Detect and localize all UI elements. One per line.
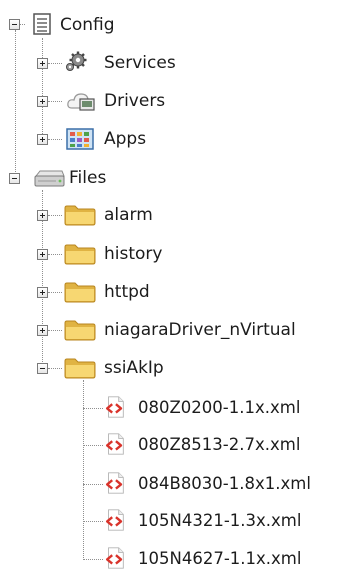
expand-toggle-icon[interactable] <box>37 249 48 260</box>
apps-grid-icon <box>65 127 95 151</box>
drivers-cloud-icon <box>66 89 98 113</box>
xml-file-icon <box>103 471 127 495</box>
tree-node-label: Services <box>104 53 176 73</box>
tree-node-label: history <box>104 244 163 264</box>
tree-node-label: 080Z8513-2.7x.xml <box>138 435 301 454</box>
tree-node-label: Apps <box>104 129 147 149</box>
tree-node-label: niagaraDriver_nVirtual <box>104 320 296 340</box>
tree-node-services[interactable]: Services <box>0 46 220 80</box>
tree-node-label: Drivers <box>104 91 166 111</box>
expand-toggle-icon[interactable] <box>37 210 48 221</box>
tree-node-folder-httpd[interactable]: httpd <box>0 275 220 309</box>
collapse-toggle-icon[interactable] <box>37 363 48 374</box>
xml-file-icon <box>103 546 127 570</box>
tree-node-xml-file[interactable]: 080Z0200-1.1x.xml <box>0 391 343 425</box>
xml-file-icon <box>103 395 127 419</box>
expand-toggle-icon[interactable] <box>37 287 48 298</box>
folder-icon <box>63 356 97 380</box>
tree-node-xml-file[interactable]: 080Z8513-2.7x.xml <box>0 428 343 462</box>
tree-node-folder-alarm[interactable]: alarm <box>0 198 220 232</box>
tree-node-config[interactable]: Config <box>0 8 200 42</box>
tree-node-xml-file[interactable]: 084B8030-1.8x1.xml <box>0 467 343 501</box>
folder-icon <box>63 203 97 227</box>
files-drive-icon <box>32 167 66 191</box>
folder-icon <box>63 242 97 266</box>
tree-node-drivers[interactable]: Drivers <box>0 84 220 118</box>
xml-file-icon <box>103 508 127 532</box>
config-book-icon <box>31 12 53 36</box>
tree-node-label: ssiAkIp <box>104 358 164 378</box>
tree-node-label: 105N4321-1.3x.xml <box>138 511 302 530</box>
collapse-toggle-icon[interactable] <box>9 19 20 30</box>
tree-node-folder-history[interactable]: history <box>0 237 220 271</box>
tree-node-folder-ssiakip[interactable]: ssiAkIp <box>0 351 220 385</box>
expand-toggle-icon[interactable] <box>37 134 48 145</box>
xml-file-icon <box>103 432 127 456</box>
tree-node-label: Config <box>60 15 115 35</box>
tree-node-label: httpd <box>104 282 150 302</box>
tree-node-files[interactable]: Files <box>0 161 200 195</box>
expand-toggle-icon[interactable] <box>37 96 48 107</box>
tree-node-label: 084B8030-1.8x1.xml <box>138 474 311 493</box>
tree-node-folder-niagara-driver[interactable]: niagaraDriver_nVirtual <box>0 313 343 347</box>
folder-icon <box>63 280 97 304</box>
tree-node-label: Files <box>69 168 107 188</box>
expand-toggle-icon[interactable] <box>37 58 48 69</box>
expand-toggle-icon[interactable] <box>37 325 48 336</box>
navigation-tree: Config Services Drivers Apps Files alarm… <box>0 0 343 578</box>
collapse-toggle-icon[interactable] <box>9 173 20 184</box>
tree-node-label: alarm <box>104 205 153 225</box>
tree-node-apps[interactable]: Apps <box>0 122 200 156</box>
tree-node-label: 105N4627-1.1x.xml <box>138 549 302 568</box>
tree-node-xml-file[interactable]: 105N4321-1.3x.xml <box>0 504 343 538</box>
tree-node-label: 080Z0200-1.1x.xml <box>138 398 301 417</box>
tree-node-xml-file[interactable]: 105N4627-1.1x.xml <box>0 542 343 576</box>
folder-icon <box>63 318 97 342</box>
services-gear-icon <box>63 50 89 74</box>
